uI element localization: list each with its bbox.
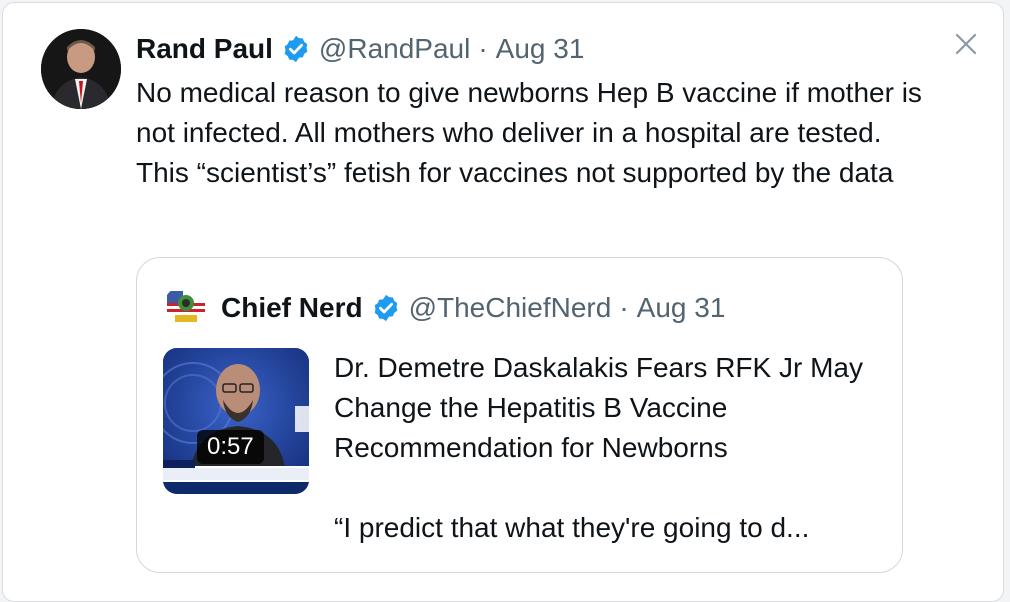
tweet-header: Rand Paul @RandPaul · Aug 31 (136, 29, 584, 69)
tweet-card[interactable]: Rand Paul @RandPaul · Aug 31 No medical … (2, 2, 1004, 602)
quoted-author-name[interactable]: Chief Nerd (221, 292, 363, 324)
tweet-text: No medical reason to give newborns Hep B… (136, 77, 922, 188)
video-thumbnail[interactable]: 0:57 (163, 348, 309, 494)
verified-badge-icon (371, 293, 401, 323)
quoted-tweet-date[interactable]: Aug 31 (637, 292, 726, 324)
quoted-tweet[interactable]: Chief Nerd @TheChiefNerd · Aug 31 0:57 D… (136, 257, 903, 573)
quoted-tweet-header: Chief Nerd @TheChiefNerd · Aug 31 (163, 285, 726, 331)
quoted-author-handle[interactable]: @TheChiefNerd (409, 292, 612, 324)
quoted-author-avatar[interactable] (163, 285, 209, 331)
quoted-headline: Dr. Demetre Daskalakis Fears RFK Jr May … (334, 352, 863, 463)
author-name[interactable]: Rand Paul (136, 33, 273, 65)
separator-dot: · (478, 33, 488, 64)
separator-dot: · (619, 292, 629, 323)
verified-badge-icon (281, 34, 311, 64)
author-handle[interactable]: @RandPaul (319, 33, 470, 65)
tweet-date[interactable]: Aug 31 (496, 33, 585, 65)
author-avatar[interactable] (41, 29, 121, 109)
video-duration-badge: 0:57 (197, 430, 264, 464)
close-icon[interactable] (951, 29, 981, 59)
quoted-snippet: “I predict that what they're going to d.… (334, 512, 810, 543)
